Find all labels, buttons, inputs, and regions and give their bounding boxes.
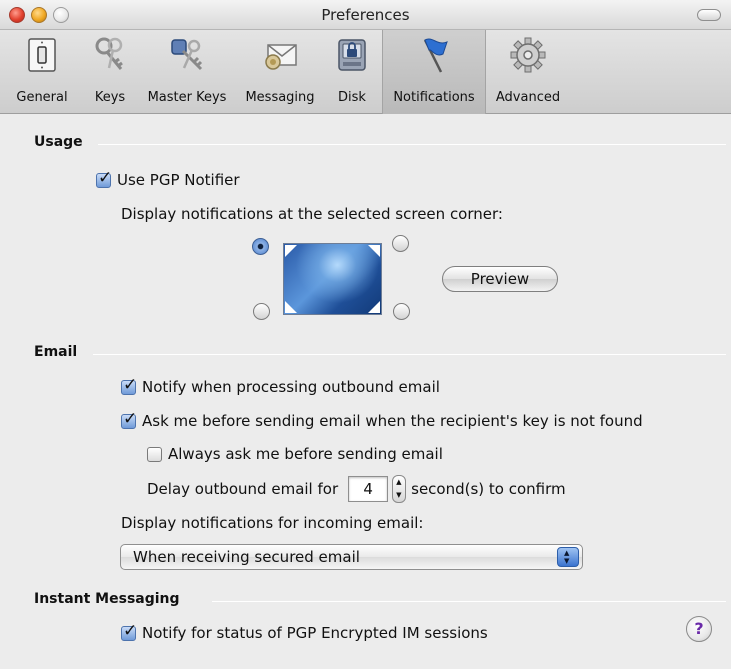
email-separator	[93, 354, 726, 355]
light-switch-icon	[28, 38, 56, 72]
section-title-instant-messaging: Instant Messaging	[34, 591, 180, 607]
window-title: Preferences	[321, 6, 410, 24]
usage-separator	[98, 144, 726, 145]
always-ask-box[interactable]	[147, 446, 162, 462]
use-pgp-notifier-checkbox[interactable]: Use PGP Notifier	[96, 168, 240, 189]
section-title-usage: Usage	[34, 134, 83, 150]
messaging-envelope-icon	[265, 44, 297, 70]
corner-radio-bottom-right[interactable]	[393, 303, 410, 320]
tab-advanced[interactable]: Advanced	[486, 30, 570, 114]
tab-keys-label: Keys	[94, 90, 126, 105]
screen-corner-bottom-left	[285, 301, 297, 313]
screen-corner-top-left	[285, 245, 297, 257]
tab-disk[interactable]: Disk	[322, 30, 382, 114]
delay-row: Delay outbound email for 4 second(s) to …	[147, 475, 566, 503]
tab-messaging[interactable]: Messaging	[238, 30, 322, 114]
tab-general-label: General	[16, 90, 68, 105]
keys-icon	[95, 37, 123, 70]
always-ask-label: Always ask me before sending email	[168, 445, 443, 463]
toolbar-toggle-button[interactable]	[697, 9, 721, 21]
always-ask-checkbox[interactable]: Always ask me before sending email	[147, 445, 443, 463]
corner-prompt-label: Display notifications at the selected sc…	[121, 205, 503, 223]
notify-im-checkbox[interactable]: Notify for status of PGP Encrypted IM se…	[121, 621, 488, 642]
notify-outbound-label: Notify when processing outbound email	[142, 378, 440, 396]
delay-seconds-stepper[interactable]	[392, 475, 407, 503]
gear-icon	[510, 37, 546, 73]
notify-im-label: Notify for status of PGP Encrypted IM se…	[142, 624, 488, 642]
incoming-prompt-label: Display notifications for incoming email…	[121, 514, 424, 532]
help-button[interactable]: ?	[686, 616, 712, 642]
corner-radio-top-right[interactable]	[392, 235, 409, 252]
tab-advanced-label: Advanced	[495, 90, 561, 105]
ask-key-not-found-box[interactable]	[121, 409, 137, 429]
preview-button[interactable]: Preview	[442, 266, 558, 292]
incoming-notification-popup[interactable]: When receiving secured email ▲ ▼	[120, 544, 583, 570]
tab-disk-label: Disk	[338, 90, 366, 105]
tab-master-keys-label: Master Keys	[147, 90, 227, 105]
tab-notifications-label: Notifications	[393, 90, 475, 105]
tab-master-keys[interactable]: Master Keys	[136, 30, 238, 114]
master-keys-icon	[171, 39, 203, 71]
title-bar[interactable]: Preferences	[0, 0, 731, 30]
incoming-prompt: Display notifications for incoming email…	[121, 514, 423, 532]
delay-seconds-field[interactable]: 4	[348, 476, 389, 502]
ask-key-not-found-checkbox[interactable]: Ask me before sending email when the rec…	[121, 409, 643, 430]
notifications-pane: Usage Use PGP Notifier Display notificat…	[0, 115, 731, 669]
im-separator	[212, 601, 726, 602]
corner-radio-top-left[interactable]	[252, 238, 269, 255]
tab-notifications[interactable]: Notifications	[382, 30, 486, 114]
corner-prompt: Display notifications at the selected sc…	[121, 205, 503, 223]
incoming-popup-selected-value: When receiving secured email	[133, 548, 360, 566]
screen-preview-image	[283, 243, 382, 315]
notify-outbound-checkbox[interactable]: Notify when processing outbound email	[121, 375, 440, 396]
corner-radio-bottom-left[interactable]	[253, 303, 270, 320]
disk-lock-icon	[338, 39, 366, 71]
popup-arrows-icon: ▲ ▼	[557, 547, 579, 567]
preferences-window: Preferences General Keys Master Keys Mes…	[0, 0, 731, 669]
use-pgp-notifier-box[interactable]	[96, 168, 112, 188]
tab-keys[interactable]: Keys	[84, 30, 136, 114]
screen-corner-top-right	[368, 245, 380, 257]
tab-general[interactable]: General	[0, 30, 84, 114]
toolbar: General Keys Master Keys Messaging Disk …	[0, 30, 731, 114]
ask-key-not-found-label: Ask me before sending email when the rec…	[142, 412, 643, 430]
delay-suffix-label: second(s) to confirm	[411, 480, 566, 498]
screen-corner-bottom-right	[368, 301, 380, 313]
delay-prefix-label: Delay outbound email for	[147, 480, 339, 498]
notify-im-box[interactable]	[121, 621, 137, 641]
section-title-email: Email	[34, 344, 78, 360]
use-pgp-notifier-label: Use PGP Notifier	[117, 171, 240, 189]
flag-icon	[423, 38, 448, 73]
notify-outbound-box[interactable]	[121, 375, 137, 395]
tab-messaging-label: Messaging	[245, 90, 315, 105]
